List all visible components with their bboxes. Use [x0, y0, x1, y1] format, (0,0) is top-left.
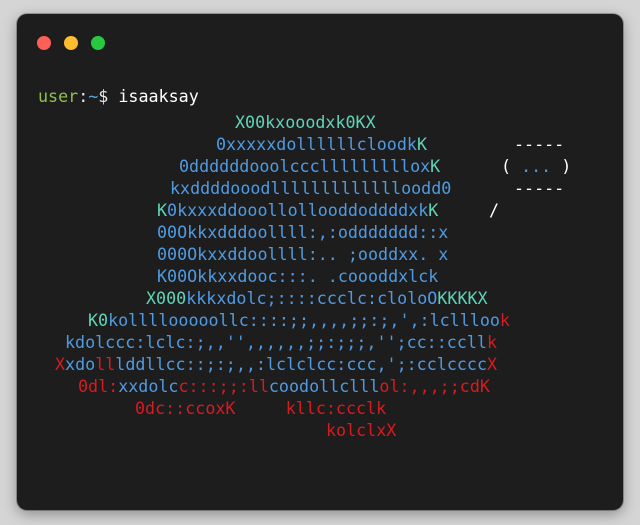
- ascii-art-line: kdolccc:lclc:;,,'',,,,,,;;:;;;,'';cc::cc…: [65, 331, 497, 353]
- ascii-art-segment: X00kxooodxk0KX: [235, 112, 376, 132]
- prompt-symbol: $: [98, 86, 119, 106]
- ascii-art-segment: 00Okkxdddoollll:,:oddddddd::x: [157, 222, 449, 242]
- ascii-art-segment: X: [55, 354, 66, 374]
- ascii-art-segment: xdo: [65, 354, 96, 374]
- ascii-art-segment: 0kxxxddooollollooddoddddxk: [167, 200, 429, 220]
- command-text: isaaksay: [118, 86, 199, 106]
- ascii-art-segment: k: [499, 310, 510, 330]
- prompt-path: ~: [88, 86, 99, 106]
- ascii-art-segment: kollllooooollc::::;;,,,,;;:;,',:lcllloo: [108, 310, 500, 330]
- minimize-window-button[interactable]: [64, 36, 78, 50]
- maximize-window-button[interactable]: [91, 36, 105, 50]
- ascii-art-segment: xxdolc: [118, 376, 179, 396]
- ascii-art-segment: 0ddddddooolccclllllllllox: [179, 156, 431, 176]
- ascii-art-segment: 0xxxxxdollllllcloodk: [216, 134, 417, 154]
- ascii-art-line: X000kkkxdolc;::::ccclc:cloloOKKKKX: [146, 287, 488, 309]
- ascii-art-line: 0xxxxxdollllllcloodkK: [216, 133, 427, 155]
- ascii-art-segment: k: [486, 332, 498, 352]
- ascii-art-segment: X: [487, 354, 498, 374]
- ascii-art-segment: K00Okkxxdooc:::. .coooddxlck: [157, 266, 439, 286]
- prompt-separator: :: [78, 86, 89, 106]
- ascii-art-segment: kdolccc:lclc:;,,'',,,,,,;;:;;;,'';cc::cc…: [65, 332, 487, 352]
- speech-bubble-bottom: -----: [514, 178, 565, 198]
- ascii-art-line: 0dl:xxdolcc:::;;:llcoodollclllol:,,,;;cd…: [78, 375, 490, 397]
- ascii-art-segment: 0dl:: [78, 376, 119, 396]
- ascii-art-line: X00kxooodxk0KX: [235, 111, 376, 133]
- ascii-art-line: 0dc::ccoxK kllc:ccclk: [135, 397, 386, 419]
- ascii-art-line: Xxdolllddllcc::;:;,,:lclclcc:ccc,';:cclc…: [55, 353, 497, 375]
- ascii-art-line: 00Okkxdddoollll:,:oddddddd::x: [157, 221, 448, 243]
- ascii-art-segment: kkkxdolc;::::ccclc:cloloO: [186, 288, 438, 308]
- ascii-art-segment: coodollclll: [268, 376, 380, 396]
- ascii-art-segment: K: [428, 200, 439, 220]
- prompt-user: user: [38, 86, 79, 106]
- ascii-art-segment: ol:,,,;;cdK: [379, 376, 490, 396]
- ascii-art-line: kxddddooodllllllllllllloodd0: [170, 177, 451, 199]
- ascii-art-line: 0ddddddooolcccllllllllloxK: [179, 155, 440, 177]
- ascii-art-segment: 0dc::ccoxK kllc:ccclk: [135, 398, 387, 418]
- speech-bubble-top: -----: [514, 134, 565, 154]
- speech-bubble-middle: ( ... ): [501, 155, 571, 177]
- ascii-art-segment: X000: [146, 288, 187, 308]
- ascii-art-line: K00Okkxxdooc:::. .coooddxlck: [157, 265, 438, 287]
- close-window-button[interactable]: [37, 36, 51, 50]
- speech-bubble-close: ): [551, 156, 572, 176]
- speech-bubble-text: ...: [521, 156, 552, 176]
- ascii-art-segment: 000Okxxddoollll:.. ;ooddxx. x: [157, 244, 449, 264]
- command-line: user:~$ isaaksay: [38, 85, 199, 107]
- ascii-art-segment: c:::;;:ll: [178, 376, 269, 396]
- ascii-art-segment: K: [430, 156, 441, 176]
- ascii-art-segment: kolclxX: [326, 420, 397, 440]
- ascii-art-segment: K: [416, 134, 427, 154]
- ascii-art-segment: K: [157, 200, 168, 220]
- ascii-art-segment: lddllcc::;:;,,:lclclcc:ccc,';:cclcccc: [115, 354, 488, 374]
- ascii-art-segment: kxddddooodllllllllllllloodd0: [170, 178, 452, 198]
- ascii-art-line: K0kollllooooollc::::;;,,,,;;:;,',:lclllo…: [88, 309, 510, 331]
- terminal-window: user:~$ isaaksay X00kxooodxk0KX 0xxxxxdol…: [17, 14, 623, 510]
- ascii-art-line: kolclxX: [326, 419, 396, 441]
- speech-bubble-tail: /: [489, 200, 500, 220]
- titlebar: [17, 14, 623, 72]
- ascii-art-segment: K0: [88, 310, 109, 330]
- ascii-art-line: K0kxxxddooollollooddoddddxkK: [157, 199, 438, 221]
- ascii-art-segment: KKKKX: [437, 288, 488, 308]
- ascii-art-line: 000Okxxddoollll:.. ;ooddxx. x: [157, 243, 448, 265]
- ascii-art-segment: ll: [95, 354, 116, 374]
- speech-bubble-open: (: [501, 156, 522, 176]
